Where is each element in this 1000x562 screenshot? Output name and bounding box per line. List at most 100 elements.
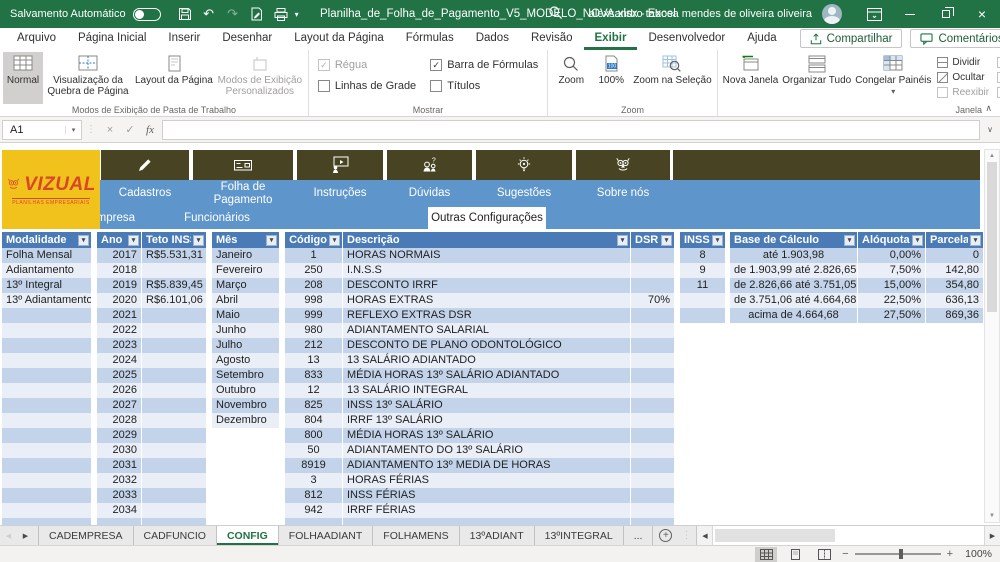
cell-aliquota[interactable] bbox=[858, 518, 926, 525]
menu-item-cadastros[interactable]: Cadastros bbox=[101, 180, 189, 207]
cell-descricao[interactable]: I.N.S.S bbox=[343, 263, 631, 278]
sheet-tab-folhaadiant[interactable]: FOLHAADIANT bbox=[279, 526, 374, 545]
cell-codigo[interactable]: 825 bbox=[285, 398, 343, 413]
cell-modalidade[interactable] bbox=[2, 383, 92, 398]
cell-dsr[interactable] bbox=[631, 503, 675, 518]
sheet-tab-...[interactable]: ... bbox=[624, 526, 654, 545]
sheet-tab-13ºintegral[interactable]: 13ºINTEGRAL bbox=[535, 526, 624, 545]
draw-ink-icon[interactable] bbox=[245, 7, 269, 21]
formula-input[interactable] bbox=[162, 119, 980, 140]
cell-base[interactable] bbox=[730, 428, 858, 443]
cell-dsr[interactable] bbox=[631, 278, 675, 293]
vertical-scroll-thumb[interactable] bbox=[987, 162, 997, 312]
ribbon-tab-arquivo[interactable]: Arquivo bbox=[6, 28, 67, 50]
cell-inss[interactable] bbox=[680, 443, 726, 458]
menu-item-sobre-nos[interactable]: Sobre nós bbox=[576, 180, 670, 207]
cell-parcela[interactable] bbox=[926, 368, 984, 383]
custom-views-button[interactable]: Modos de Exibição Personalizados bbox=[215, 52, 305, 104]
cell-teto[interactable]: R$ 5.531,31 bbox=[142, 248, 207, 263]
cell-aliquota[interactable]: 7,50% bbox=[858, 263, 926, 278]
filter-button[interactable]: ▾ bbox=[266, 234, 277, 246]
vertical-scrollbar[interactable]: ▲ ▼ bbox=[984, 149, 1000, 523]
cell-descricao[interactable]: HORAS EXTRAS bbox=[343, 293, 631, 308]
cell-descricao[interactable]: MÉDIA HORAS 13º SALÁRIO ADIANTADO bbox=[343, 368, 631, 383]
page-break-status-button[interactable] bbox=[813, 547, 835, 562]
printer-icon[interactable] bbox=[269, 7, 293, 21]
cell-dsr[interactable] bbox=[631, 353, 675, 368]
menu-icon-block-sugestoes[interactable] bbox=[476, 150, 572, 180]
enter-icon[interactable]: ✓ bbox=[120, 123, 140, 136]
cell-dsr[interactable] bbox=[631, 248, 675, 263]
cell-aliquota[interactable] bbox=[858, 353, 926, 368]
cell-ano[interactable]: 2028 bbox=[97, 413, 142, 428]
cell-base[interactable] bbox=[730, 473, 858, 488]
menu-item-sugestoes[interactable]: Sugestões bbox=[476, 180, 572, 207]
cell-aliquota[interactable]: 22,50% bbox=[858, 293, 926, 308]
cell-inss[interactable] bbox=[680, 338, 726, 353]
cell-descricao[interactable]: REFLEXO EXTRAS DSR bbox=[343, 308, 631, 323]
cell-descricao[interactable]: HORAS FÉRIAS bbox=[343, 473, 631, 488]
cell-parcela[interactable] bbox=[926, 518, 984, 525]
cell-parcela[interactable] bbox=[926, 398, 984, 413]
cell-aliquota[interactable]: 15,00% bbox=[858, 278, 926, 293]
menu-icon-block-duvidas[interactable]: ? bbox=[387, 150, 472, 180]
cell-inss[interactable]: 9 bbox=[680, 263, 726, 278]
formula-bar-expand-icon[interactable]: ∨ bbox=[982, 125, 998, 134]
ribbon-tab-desenhar[interactable]: Desenhar bbox=[211, 28, 283, 50]
cell-dsr[interactable] bbox=[631, 488, 675, 503]
cell-ano[interactable]: 2026 bbox=[97, 383, 142, 398]
cell-parcela[interactable] bbox=[926, 353, 984, 368]
cell-codigo[interactable]: 942 bbox=[285, 503, 343, 518]
cell-dsr[interactable] bbox=[631, 413, 675, 428]
close-button[interactable]: × bbox=[964, 0, 1000, 28]
cell-teto[interactable] bbox=[142, 518, 207, 525]
cell-aliquota[interactable] bbox=[858, 338, 926, 353]
cell-teto[interactable] bbox=[142, 263, 207, 278]
cell-codigo[interactable]: 998 bbox=[285, 293, 343, 308]
cell-parcela[interactable] bbox=[926, 383, 984, 398]
cell-modalidade[interactable] bbox=[2, 518, 92, 525]
cell-aliquota[interactable] bbox=[858, 428, 926, 443]
cell-mes[interactable]: Maio bbox=[212, 308, 280, 323]
cell-teto[interactable]: R$ 5.839,45 bbox=[142, 278, 207, 293]
filter-button[interactable]: ▾ bbox=[617, 234, 628, 246]
cell-mes[interactable] bbox=[212, 458, 280, 473]
cell-modalidade[interactable]: Adiantamento bbox=[2, 263, 92, 278]
tab-scroll-left-icon[interactable]: ◀ bbox=[0, 526, 17, 545]
cell-codigo[interactable]: 250 bbox=[285, 263, 343, 278]
menu-icon-block-sobre[interactable] bbox=[576, 150, 670, 180]
collapse-ribbon-icon[interactable]: ∧ bbox=[985, 103, 992, 114]
cell-parcela[interactable] bbox=[926, 428, 984, 443]
cell-modalidade[interactable] bbox=[2, 368, 92, 383]
cell-ano[interactable]: 2017 bbox=[97, 248, 142, 263]
cell-mes[interactable]: Setembro bbox=[212, 368, 280, 383]
cell-dsr[interactable] bbox=[631, 323, 675, 338]
cell-parcela[interactable]: 0 bbox=[926, 248, 984, 263]
zoom-level[interactable]: 100% bbox=[960, 548, 992, 560]
sheet-tab-config[interactable]: CONFIG bbox=[216, 526, 279, 545]
hscroll-right-icon[interactable]: ▶ bbox=[984, 526, 1000, 545]
cell-modalidade[interactable] bbox=[2, 443, 92, 458]
cell-mes[interactable]: Janeiro bbox=[212, 248, 280, 263]
hscroll-track[interactable] bbox=[713, 526, 984, 545]
cell-ano[interactable]: 2022 bbox=[97, 323, 142, 338]
cell-modalidade[interactable] bbox=[2, 428, 92, 443]
cell-descricao[interactable]: 13 SALÁRIO ADIANTADO bbox=[343, 353, 631, 368]
qat-customize-chevron[interactable]: ▾ bbox=[295, 10, 299, 19]
cell-teto[interactable] bbox=[142, 488, 207, 503]
cell-aliquota[interactable] bbox=[858, 473, 926, 488]
tab-scroll-right-icon[interactable]: ▶ bbox=[17, 526, 34, 545]
cell-inss[interactable] bbox=[680, 293, 726, 308]
cell-parcela[interactable] bbox=[926, 443, 984, 458]
cell-codigo[interactable]: 800 bbox=[285, 428, 343, 443]
cell-teto[interactable] bbox=[142, 503, 207, 518]
sheet-tab-cadfuncio[interactable]: CADFUNCIO bbox=[134, 526, 217, 545]
cell-mes[interactable] bbox=[212, 473, 280, 488]
cell-descricao[interactable]: HORAS NORMAIS bbox=[343, 248, 631, 263]
ribbon-tab-layout-da-página[interactable]: Layout da Página bbox=[283, 28, 395, 50]
split-button[interactable]: Dividir bbox=[937, 57, 989, 68]
cell-parcela[interactable] bbox=[926, 458, 984, 473]
filter-button[interactable]: ▾ bbox=[970, 234, 981, 246]
cell-aliquota[interactable] bbox=[858, 323, 926, 338]
ribbon-tab-fórmulas[interactable]: Fórmulas bbox=[395, 28, 465, 50]
